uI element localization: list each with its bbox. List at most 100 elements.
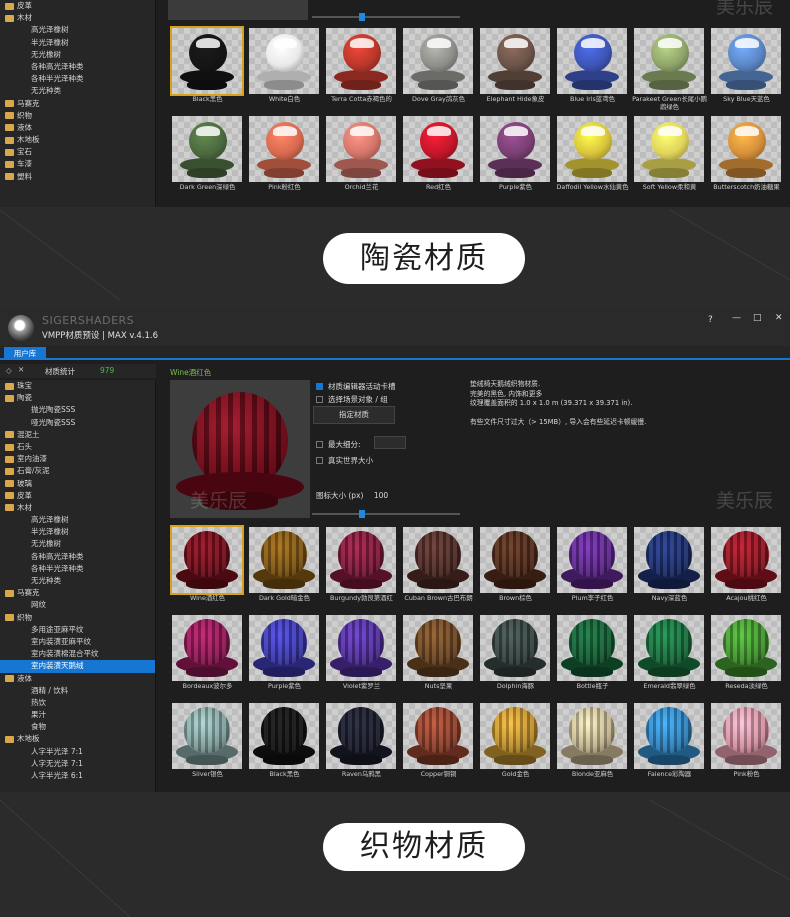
material-tile[interactable]: Orchid兰花 (323, 113, 400, 201)
material-tile[interactable]: Pink粉红色 (246, 113, 323, 201)
tree-item[interactable]: 人字半光泽 7:1 (0, 746, 155, 758)
material-tile[interactable]: Dark Gold暗金色 (246, 524, 323, 612)
material-tile[interactable]: Black黑色 (246, 700, 323, 788)
tree-item[interactable]: 人字半光泽 6:1 (0, 770, 155, 782)
tree-item[interactable]: 织物 (0, 612, 155, 624)
tree-item[interactable]: 液体 (0, 122, 155, 134)
tree-item[interactable]: 玻璃 (0, 478, 155, 490)
material-tile[interactable]: Brown棕色 (477, 524, 554, 612)
material-tile[interactable]: Parakeet Green长尾小鹦鹉绿色 (631, 25, 708, 113)
material-tile[interactable]: Bordeaux波尔多 (169, 612, 246, 700)
tree-item[interactable]: 各种半光泽种类 (0, 563, 155, 575)
material-tile[interactable]: Dark Green深绿色 (169, 113, 246, 201)
slider-handle[interactable] (359, 510, 365, 518)
material-tile[interactable]: Terra Cotta赤褐色的 (323, 25, 400, 113)
material-tile[interactable]: Reseda淡绿色 (708, 612, 785, 700)
tree-item[interactable]: 木材 (0, 502, 155, 514)
tree-item[interactable]: 石膏/灰泥 (0, 465, 155, 477)
tree-item[interactable]: 皮革 (0, 490, 155, 502)
tree-item[interactable]: 多用途亚麻平纹 (0, 624, 155, 636)
material-tile[interactable]: Burgundy勃艮第酒红 (323, 524, 400, 612)
material-tile[interactable]: White白色 (246, 25, 323, 113)
material-tile[interactable]: Cuban Brown古巴布朗 (400, 524, 477, 612)
tree-item[interactable]: 酒精 / 饮料 (0, 685, 155, 697)
material-tile[interactable]: Butterscotch奶油糖果 (708, 113, 785, 201)
tree-item[interactable]: 半光泽橡树 (0, 526, 155, 538)
material-tile[interactable]: Blonde亚麻色 (554, 700, 631, 788)
tree-item[interactable]: 木地板 (0, 733, 155, 745)
tree-item[interactable]: 木地板 (0, 134, 155, 146)
tree-item[interactable]: 马赛克 (0, 587, 155, 599)
tree-item[interactable]: 无光种类 (0, 575, 155, 587)
material-tile[interactable]: Bottle瓶子 (554, 612, 631, 700)
material-tile[interactable]: Purple紫色 (477, 113, 554, 201)
tree-item[interactable]: 高光泽橡树 (0, 514, 155, 526)
material-tile[interactable]: Pink粉色 (708, 700, 785, 788)
tree-item[interactable]: 无光橡树 (0, 49, 155, 61)
material-tile[interactable]: Sky Blue天蓝色 (708, 25, 785, 113)
material-tile[interactable]: Purple紫色 (246, 612, 323, 700)
tree-item[interactable]: 塑料 (0, 171, 155, 183)
icon-size-slider[interactable] (312, 510, 460, 518)
material-tile[interactable]: Dove Gray鸽灰色 (400, 25, 477, 113)
close-button[interactable]: ✕ (775, 313, 783, 323)
tree-item[interactable]: 哑光陶瓷SSS (0, 417, 155, 429)
tree-item[interactable]: 网纹 (0, 599, 155, 611)
assign-material-button[interactable]: 指定材质 (313, 406, 395, 424)
tree-item[interactable]: 室内装潢天鹅绒 (0, 660, 155, 673)
tree-item[interactable]: 食物 (0, 721, 155, 733)
material-tile[interactable]: Plum李子红色 (554, 524, 631, 612)
tree-item[interactable]: 抛光陶瓷SSS (0, 404, 155, 416)
material-tile[interactable]: Violet紫罗兰 (323, 612, 400, 700)
clear-icon[interactable]: ✕ (18, 365, 24, 374)
tree-item[interactable]: 无光种类 (0, 85, 155, 97)
expand-icon[interactable]: ◇ (6, 366, 12, 375)
tree-item[interactable]: 宝石 (0, 146, 155, 158)
tree-item[interactable]: 高光泽橡树 (0, 24, 155, 36)
material-tile[interactable]: Elephant Hide象皮 (477, 25, 554, 113)
tree-item[interactable]: 皮革 (0, 0, 155, 12)
tree-item[interactable]: 珠宝 (0, 380, 155, 392)
tree-item[interactable]: 液体 (0, 673, 155, 685)
material-tile[interactable]: Acajou桃红色 (708, 524, 785, 612)
material-tile[interactable]: Copper铜铜 (400, 700, 477, 788)
material-tile[interactable]: Soft Yellow柔和黄 (631, 113, 708, 201)
tree-item[interactable]: 热饮 (0, 697, 155, 709)
material-tile[interactable]: Raven乌鸦黑 (323, 700, 400, 788)
tree-item[interactable]: 无光橡树 (0, 538, 155, 550)
tree-item[interactable]: 混泥土 (0, 429, 155, 441)
tree-item[interactable]: 各种高光泽种类 (0, 61, 155, 73)
tree-item[interactable]: 果汁 (0, 709, 155, 721)
material-tile[interactable]: Gold金色 (477, 700, 554, 788)
material-tile[interactable]: Nuts坚果 (400, 612, 477, 700)
tree-item[interactable]: 石头 (0, 441, 155, 453)
minimize-button[interactable]: — (732, 313, 741, 323)
material-tile[interactable]: Navy深蓝色 (631, 524, 708, 612)
tree-item[interactable]: 木材 (0, 12, 155, 24)
tree-item[interactable]: 陶瓷 (0, 392, 155, 404)
material-tile[interactable]: Emerald翡翠绿色 (631, 612, 708, 700)
tree-item[interactable]: 织物 (0, 110, 155, 122)
tree-item[interactable]: 室内装潢棉混合平纹 (0, 648, 155, 660)
material-tile[interactable]: Daffodil Yellow水仙黄色 (554, 113, 631, 201)
tree-item[interactable]: 各种高光泽种类 (0, 551, 155, 563)
tab-user-library[interactable]: 用户库 (4, 347, 46, 360)
tree-item[interactable]: 室内装潢亚麻平纹 (0, 636, 155, 648)
tree-item[interactable]: 半光泽橡树 (0, 37, 155, 49)
option-editor-active[interactable]: 材质编辑器活动卡槽 (316, 381, 396, 392)
tree-item[interactable]: 车漆 (0, 158, 155, 170)
tree-item[interactable]: 人字无光泽 7:1 (0, 758, 155, 770)
material-tile[interactable]: Wine酒红色 (169, 524, 246, 612)
checkbox[interactable] (316, 457, 323, 464)
material-tile[interactable]: Red红色 (400, 113, 477, 201)
tree-item[interactable]: 室内油漆 (0, 453, 155, 465)
material-tile[interactable]: Blue Iris蓝鸢色 (554, 25, 631, 113)
checkbox[interactable] (316, 441, 323, 448)
checkbox-checked[interactable] (316, 383, 323, 390)
material-tile[interactable]: Black黑色 (169, 25, 246, 113)
option-real-world[interactable]: 真实世界大小 (316, 455, 373, 466)
maximize-button[interactable]: □ (753, 313, 762, 323)
option-max-subdiv[interactable]: 最大细分: (316, 439, 361, 450)
option-select-scene[interactable]: 选择场景对象 / 组 (316, 394, 388, 405)
material-tile[interactable]: Dolphin海豚 (477, 612, 554, 700)
